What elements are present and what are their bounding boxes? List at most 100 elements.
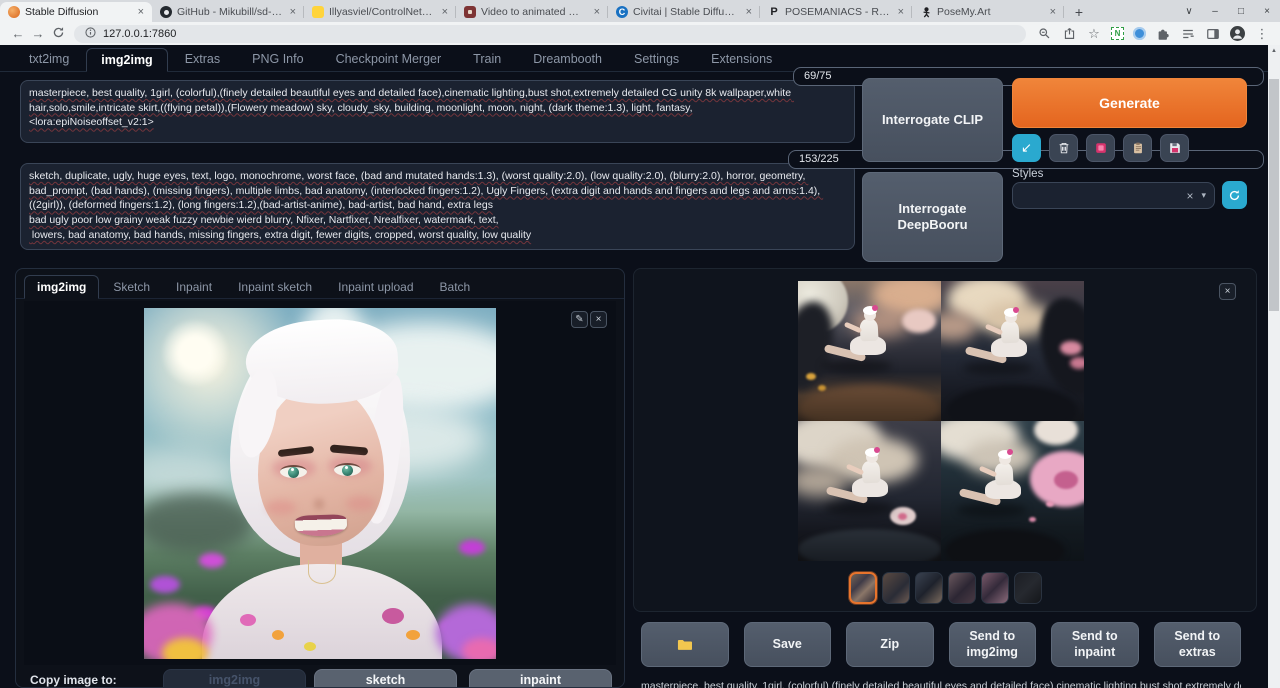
browser-tab-posemyart[interactable]: PoseMy.Art × xyxy=(912,2,1064,22)
close-tab-icon[interactable]: × xyxy=(288,6,298,18)
extra-networks-card-icon xyxy=(1094,141,1108,155)
blush-shape xyxy=(266,500,296,515)
close-tab-icon[interactable]: × xyxy=(440,6,450,18)
close-icon: × xyxy=(1225,286,1231,297)
thumbnail-1-selected[interactable] xyxy=(849,572,877,604)
close-tab-icon[interactable]: × xyxy=(136,6,146,18)
close-tab-icon[interactable]: × xyxy=(744,6,754,18)
maximize-button[interactable]: □ xyxy=(1228,6,1254,17)
tab-train[interactable]: Train xyxy=(458,47,516,71)
dress-flower-shape xyxy=(304,642,316,651)
gallery-image-2[interactable] xyxy=(941,281,1084,421)
tab-dreambooth[interactable]: Dreambooth xyxy=(518,47,617,71)
close-gallery-button[interactable]: × xyxy=(1219,283,1236,300)
gallery-image-1[interactable] xyxy=(798,281,941,421)
thumbnail-3[interactable] xyxy=(915,572,943,604)
input-image-dropzone[interactable]: ✎ × xyxy=(24,301,616,665)
tab-txt2img[interactable]: txt2img xyxy=(14,47,84,71)
prompt-input[interactable]: masterpiece, best quality, 1girl, (color… xyxy=(20,80,855,143)
new-tab-button[interactable]: + xyxy=(1068,2,1090,22)
tab-checkpoint-merger[interactable]: Checkpoint Merger xyxy=(321,47,457,71)
tab-img2img[interactable]: img2img xyxy=(86,48,167,72)
browser-tab-github[interactable]: GitHub - Mikubill/sd-webui-co... × xyxy=(152,2,304,22)
mode-tab-img2img[interactable]: img2img xyxy=(24,275,99,299)
mode-tab-inpaint[interactable]: Inpaint xyxy=(164,276,224,298)
browser-tab-posemaniacs[interactable]: P POSEMANIACS - Royalty free 3... × xyxy=(760,2,912,22)
menu-dots-icon[interactable]: ⋮ xyxy=(1254,26,1270,42)
scrollbar-thumb[interactable] xyxy=(1269,79,1279,311)
negative-prompt-input[interactable]: sketch, duplicate, ugly, huge eyes, text… xyxy=(20,163,855,250)
minimize-button[interactable]: – xyxy=(1202,6,1228,17)
gallery-image-3[interactable] xyxy=(798,421,941,561)
chevron-down-icon[interactable]: ▾ xyxy=(1201,190,1206,201)
send-to-inpaint-button[interactable]: Send to inpaint xyxy=(1051,622,1139,667)
remove-image-button[interactable]: × xyxy=(590,311,607,328)
close-tab-icon[interactable]: × xyxy=(896,6,906,18)
close-tab-icon[interactable]: × xyxy=(1048,6,1058,18)
figure-torso xyxy=(994,463,1013,486)
address-bar[interactable]: 127.0.0.1:7860 xyxy=(74,25,1026,43)
share-icon[interactable] xyxy=(1061,26,1077,42)
mode-tab-batch[interactable]: Batch xyxy=(428,276,483,298)
reload-button[interactable] xyxy=(48,26,68,42)
extra-networks-button[interactable] xyxy=(1086,134,1115,162)
open-folder-button[interactable] xyxy=(641,622,729,667)
copy-to-sketch-button[interactable]: sketch xyxy=(314,669,457,688)
clear-styles-icon[interactable]: × xyxy=(1186,189,1193,203)
refresh-styles-button[interactable] xyxy=(1222,181,1247,209)
generate-button[interactable]: Generate xyxy=(1012,78,1247,128)
extension-n-icon[interactable]: N xyxy=(1111,27,1124,40)
thumbnail-5[interactable] xyxy=(981,572,1009,604)
thumbnail-4[interactable] xyxy=(948,572,976,604)
save-button[interactable]: Save xyxy=(744,622,832,667)
necklace-shape xyxy=(308,560,336,584)
tab-extras[interactable]: Extras xyxy=(170,47,235,71)
mode-tab-inpaint-upload[interactable]: Inpaint upload xyxy=(326,276,425,298)
forward-button[interactable]: → xyxy=(28,26,48,41)
copy-to-inpaint-button[interactable]: inpaint xyxy=(469,669,612,688)
thumbnail-2[interactable] xyxy=(882,572,910,604)
reading-list-icon[interactable] xyxy=(1180,26,1196,42)
tab-extensions[interactable]: Extensions xyxy=(696,47,787,71)
tab-settings[interactable]: Settings xyxy=(619,47,694,71)
gallery-image-4[interactable] xyxy=(941,421,1084,561)
zip-button[interactable]: Zip xyxy=(846,622,934,667)
thumbnail-6[interactable] xyxy=(1014,572,1042,604)
send-to-img2img-button[interactable]: Send to img2img xyxy=(949,622,1037,667)
back-button[interactable]: ← xyxy=(8,26,28,41)
stable-diffusion-favicon xyxy=(8,6,20,18)
close-tab-icon[interactable]: × xyxy=(592,6,602,18)
interrogate-clip-button[interactable]: Interrogate CLIP xyxy=(862,78,1003,162)
send-to-extras-button[interactable]: Send to extras xyxy=(1154,622,1242,667)
browser-scrollbar[interactable]: ▲ xyxy=(1268,45,1280,688)
profile-avatar[interactable] xyxy=(1230,26,1245,41)
browser-tab-stable-diffusion[interactable]: Stable Diffusion × xyxy=(0,2,152,22)
edit-image-button[interactable]: ✎ xyxy=(571,311,588,328)
save-style-button[interactable] xyxy=(1160,134,1189,162)
figure-hair-flower xyxy=(874,447,880,453)
extensions-puzzle-icon[interactable] xyxy=(1155,26,1171,42)
apply-style-button[interactable] xyxy=(1123,134,1152,162)
extension-blue-icon[interactable] xyxy=(1133,27,1146,40)
scroll-up-arrow[interactable]: ▲ xyxy=(1268,45,1280,57)
seated-figure xyxy=(836,309,906,373)
close-window-button[interactable]: × xyxy=(1254,6,1280,17)
browser-tab-civitai[interactable]: C Civitai | Stable Diffusion model... × xyxy=(608,2,760,22)
sidebar-icon[interactable] xyxy=(1205,26,1221,42)
figure-shadow xyxy=(963,361,1033,375)
browser-tab-gif-converter[interactable]: Video to animated GIF converter × xyxy=(456,2,608,22)
zoom-icon[interactable] xyxy=(1036,26,1052,42)
site-info-icon[interactable] xyxy=(84,26,97,42)
bookmark-star-icon[interactable]: ☆ xyxy=(1086,26,1102,42)
tab-search-chevron-icon[interactable]: ∨ xyxy=(1176,6,1202,17)
browser-tab-controlnet[interactable]: Illyasviel/ControlNet at main × xyxy=(304,2,456,22)
tab-png-info[interactable]: PNG Info xyxy=(237,47,318,71)
seated-figure xyxy=(838,451,908,515)
styles-dropdown[interactable]: × ▾ xyxy=(1012,182,1215,209)
clear-prompt-button[interactable] xyxy=(1049,134,1078,162)
mode-tab-sketch[interactable]: Sketch xyxy=(101,276,162,298)
mode-tab-inpaint-sketch[interactable]: Inpaint sketch xyxy=(226,276,324,298)
interrogate-deepbooru-button[interactable]: Interrogate DeepBooru xyxy=(862,172,1003,262)
input-image-portrait[interactable] xyxy=(144,308,496,659)
read-parameters-button[interactable]: ↙ xyxy=(1012,134,1041,162)
